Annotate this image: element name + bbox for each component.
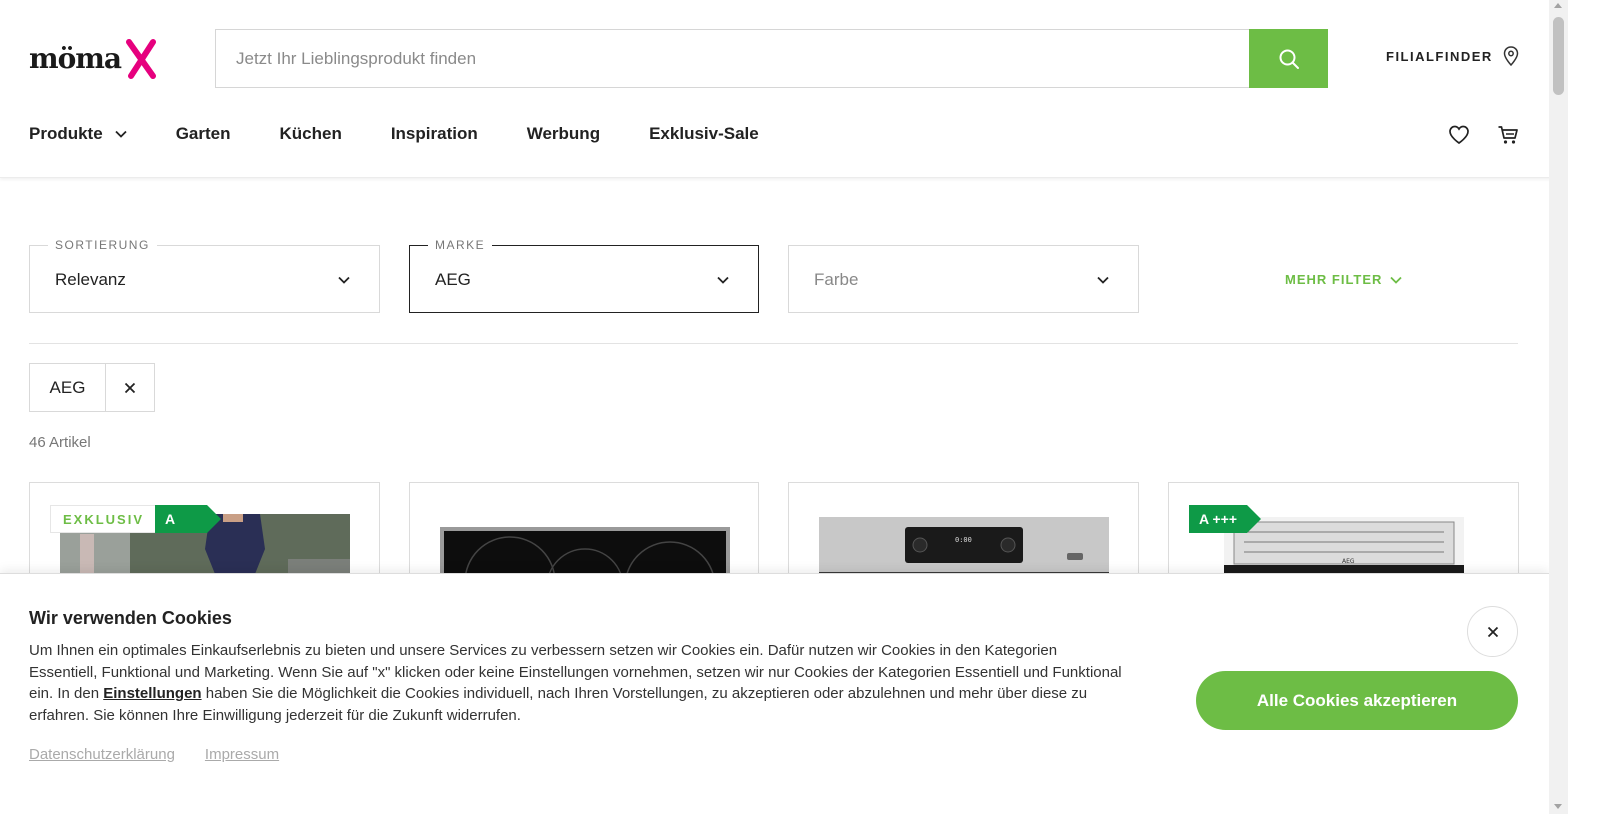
- nav-item-label: Garten: [175, 124, 231, 143]
- sort-dropdown[interactable]: SORTIERUNG Relevanz: [29, 238, 380, 313]
- cookie-settings-link[interactable]: Einstellungen: [103, 685, 201, 702]
- oven-display: 0:00: [955, 536, 972, 544]
- nav-item-label: Produkte: [29, 124, 103, 143]
- viewport-margin: [1568, 0, 1605, 814]
- nav-item-garten[interactable]: Garten: [176, 124, 231, 144]
- search-icon: [1279, 49, 1299, 69]
- more-filters-label: MEHR FILTER: [1285, 272, 1383, 287]
- remove-filter-button[interactable]: [106, 364, 154, 411]
- more-filters-button[interactable]: MEHR FILTER: [1285, 272, 1403, 287]
- active-filter-chip: AEG: [29, 363, 155, 412]
- chip-label: AEG: [30, 364, 106, 411]
- exklusiv-badge: EXKLUSIV: [50, 505, 158, 533]
- color-dropdown[interactable]: Farbe: [788, 245, 1139, 313]
- sort-value: Relevanz: [55, 270, 126, 289]
- search-input[interactable]: [216, 30, 1250, 87]
- chevron-down-icon: [115, 130, 127, 138]
- chevron-down-icon: [1097, 276, 1109, 284]
- nav-item-label: Werbung: [526, 124, 601, 143]
- brand-value: AEG: [435, 270, 471, 289]
- nav-item-kuechen[interactable]: Küchen: [279, 124, 341, 144]
- scroll-up-arrow-icon[interactable]: [1554, 3, 1562, 8]
- cookie-links: Datenschutzerklärung Impressum: [29, 746, 279, 763]
- nav-item-label: Inspiration: [390, 124, 478, 143]
- privacy-link[interactable]: Datenschutzerklärung: [29, 746, 175, 763]
- brand-legend: MARKE: [428, 238, 493, 252]
- nav-item-inspiration[interactable]: Inspiration: [391, 124, 478, 144]
- cart-icon[interactable]: [1497, 124, 1519, 146]
- scroll-down-arrow-icon[interactable]: [1554, 804, 1562, 809]
- color-placeholder: Farbe: [814, 270, 859, 289]
- nav-item-exklusiv-sale[interactable]: Exklusiv-Sale: [649, 124, 759, 144]
- nav-item-werbung[interactable]: Werbung: [527, 124, 600, 144]
- chevron-down-icon: [338, 276, 350, 284]
- search-button[interactable]: [1249, 29, 1328, 88]
- site-header: möma FILIALFINDER Produkte Garten: [0, 0, 1568, 178]
- scroll-thumb[interactable]: [1553, 17, 1564, 95]
- chevron-down-icon: [717, 276, 729, 284]
- nav-item-label: Exklusiv-Sale: [649, 124, 759, 143]
- imprint-link[interactable]: Impressum: [205, 746, 279, 763]
- logo-x-icon: [126, 39, 156, 79]
- energy-label-badge: A +++: [1189, 505, 1261, 533]
- nav-item-produkte[interactable]: Produkte: [29, 124, 127, 144]
- location-pin-icon: [1503, 46, 1519, 66]
- chevron-down-icon: [1390, 276, 1403, 284]
- cookie-title: Wir verwenden Cookies: [29, 608, 232, 628]
- sort-legend: SORTIERUNG: [48, 238, 157, 252]
- filialfinder-link[interactable]: FILIALFINDER: [1386, 46, 1519, 66]
- nav-item-label: Küchen: [279, 124, 342, 143]
- cookie-banner: Wir verwenden Cookies Um Ihnen ein optim…: [0, 573, 1549, 814]
- filter-divider: [29, 343, 1518, 344]
- filialfinder-label: FILIALFINDER: [1386, 48, 1493, 64]
- search-bar: [215, 29, 1328, 88]
- close-icon: [1487, 626, 1498, 637]
- cookie-text: Um Ihnen ein optimales Einkaufserlebnis …: [29, 640, 1129, 726]
- svg-text:AEG: AEG: [1342, 558, 1355, 565]
- heart-icon[interactable]: [1448, 124, 1470, 146]
- main-nav: Produkte Garten Küchen Inspiration Werbu…: [29, 124, 808, 144]
- moemax-logo[interactable]: möma: [29, 36, 159, 80]
- page-scrollbar[interactable]: [1549, 0, 1568, 814]
- brand-dropdown[interactable]: MARKE AEG: [409, 238, 759, 313]
- accept-all-cookies-button[interactable]: Alle Cookies akzeptieren: [1196, 671, 1518, 730]
- close-icon: [124, 382, 136, 393]
- cookie-close-button[interactable]: [1467, 606, 1518, 657]
- energy-label-badge: A: [155, 505, 221, 533]
- logo-text: möma: [29, 42, 122, 75]
- result-count: 46 Artikel: [29, 434, 91, 451]
